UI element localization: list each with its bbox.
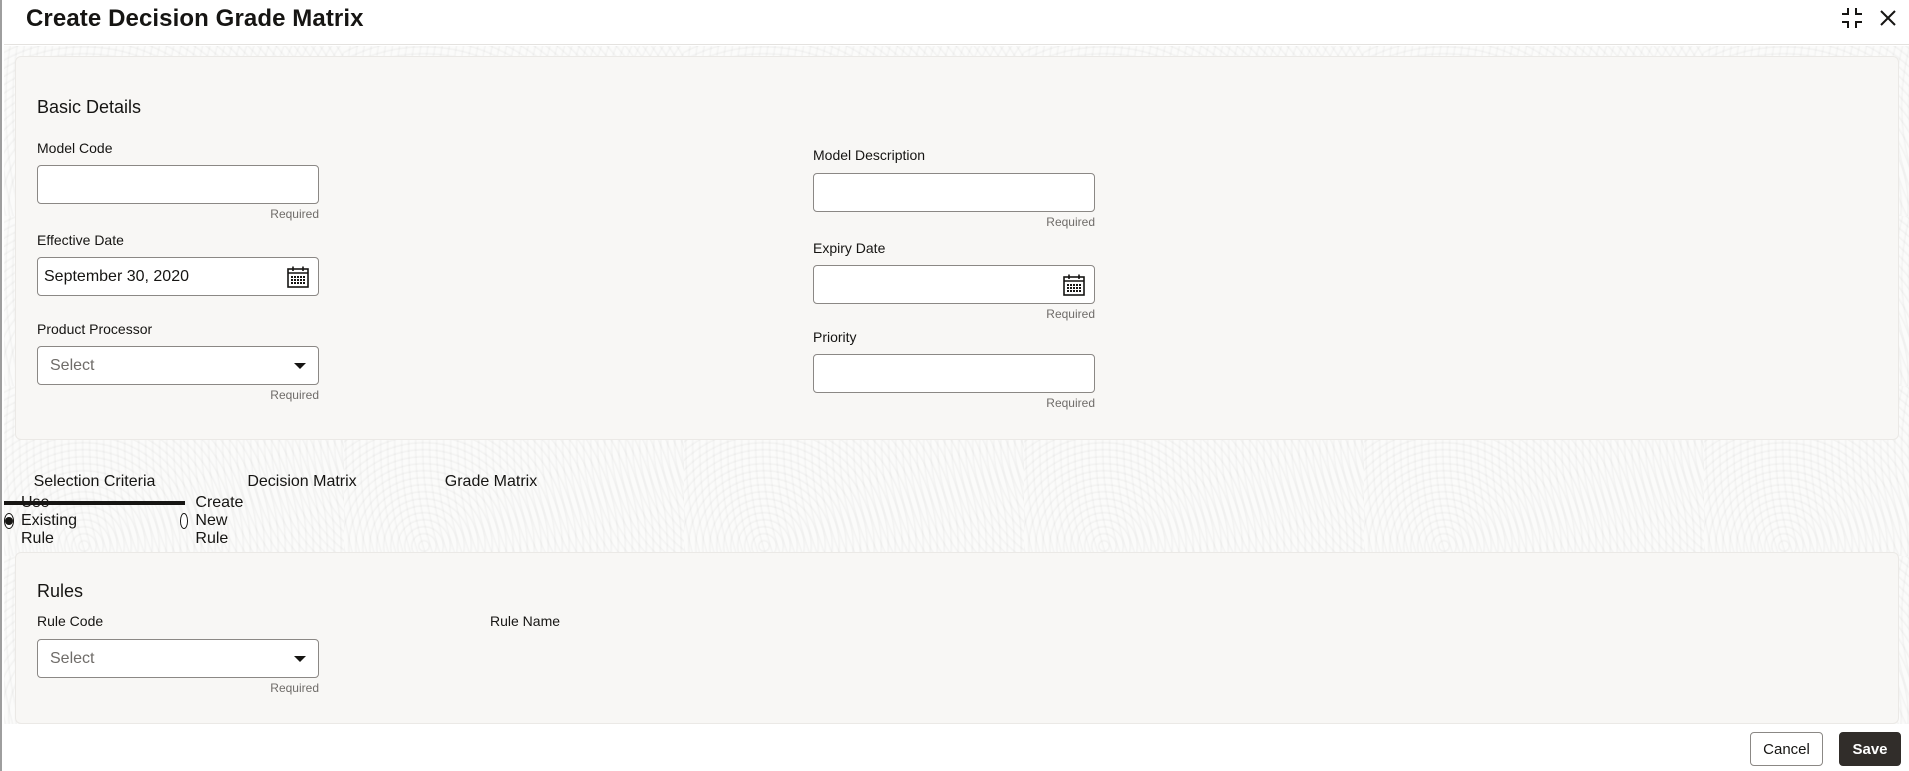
dialog-window: Create Decision Grade Matrix Basic Detai…: [0, 0, 1909, 771]
model-description-input[interactable]: [813, 173, 1095, 212]
model-code-required-hint: Required: [270, 207, 319, 221]
priority-label: Priority: [813, 329, 857, 345]
use-existing-rule-label: Use Existing Rule: [21, 494, 78, 547]
tab-grade-matrix[interactable]: Grade Matrix: [401, 460, 581, 504]
chevron-down-icon: [294, 362, 306, 369]
create-new-rule-label: Create New Rule: [195, 494, 244, 547]
page-title: Create Decision Grade Matrix: [26, 5, 364, 32]
rules-title: Rules: [37, 581, 84, 601]
basic-details-panel: Basic Details Model Code Required Effect…: [15, 56, 1899, 440]
dialog-header: Create Decision Grade Matrix: [4, 0, 1909, 45]
rule-code-select[interactable]: Select: [37, 639, 319, 678]
use-existing-rule-radio[interactable]: Use Existing Rule: [4, 494, 83, 547]
rule-code-label: Rule Code: [37, 613, 104, 629]
create-new-rule-radio[interactable]: Create New Rule: [180, 494, 251, 547]
model-description-label: Model Description: [813, 147, 926, 163]
effective-date-value: September 30, 2020: [44, 267, 189, 285]
model-code-label: Model Code: [37, 140, 113, 156]
model-code-input[interactable]: [37, 165, 319, 204]
priority-required-hint: Required: [1046, 396, 1095, 410]
basic-details-title: Basic Details: [37, 97, 142, 117]
rule-code-placeholder: Select: [50, 649, 95, 667]
expiry-date-required-hint: Required: [1046, 307, 1095, 321]
calendar-icon[interactable]: [1062, 273, 1086, 297]
save-button[interactable]: Save: [1839, 732, 1901, 766]
chevron-down-icon: [294, 655, 306, 662]
priority-input[interactable]: [813, 354, 1095, 393]
model-description-required-hint: Required: [1046, 215, 1095, 229]
product-processor-label: Product Processor: [37, 321, 153, 337]
effective-date-label: Effective Date: [37, 232, 124, 248]
rule-code-required-hint: Required: [270, 681, 319, 695]
collapse-arrows-icon[interactable]: [1840, 6, 1864, 30]
tab-bar: Selection Criteria Decision Matrix Grade…: [4, 460, 604, 505]
product-processor-select[interactable]: Select: [37, 346, 319, 385]
radio-unselected-icon: [180, 513, 189, 529]
calendar-icon[interactable]: [286, 265, 310, 289]
expiry-date-label: Expiry Date: [813, 240, 886, 256]
effective-date-input[interactable]: September 30, 2020: [37, 257, 319, 296]
product-processor-placeholder: Select: [50, 356, 95, 374]
close-icon[interactable]: [1876, 6, 1900, 30]
rules-panel: Rules Rule Code Select Required Rule Nam…: [15, 552, 1899, 724]
rule-name-label: Rule Name: [490, 613, 561, 629]
radio-selected-icon: [4, 513, 14, 529]
expiry-date-input[interactable]: [813, 265, 1095, 304]
cancel-button[interactable]: Cancel: [1750, 732, 1823, 766]
product-processor-required-hint: Required: [270, 388, 319, 402]
